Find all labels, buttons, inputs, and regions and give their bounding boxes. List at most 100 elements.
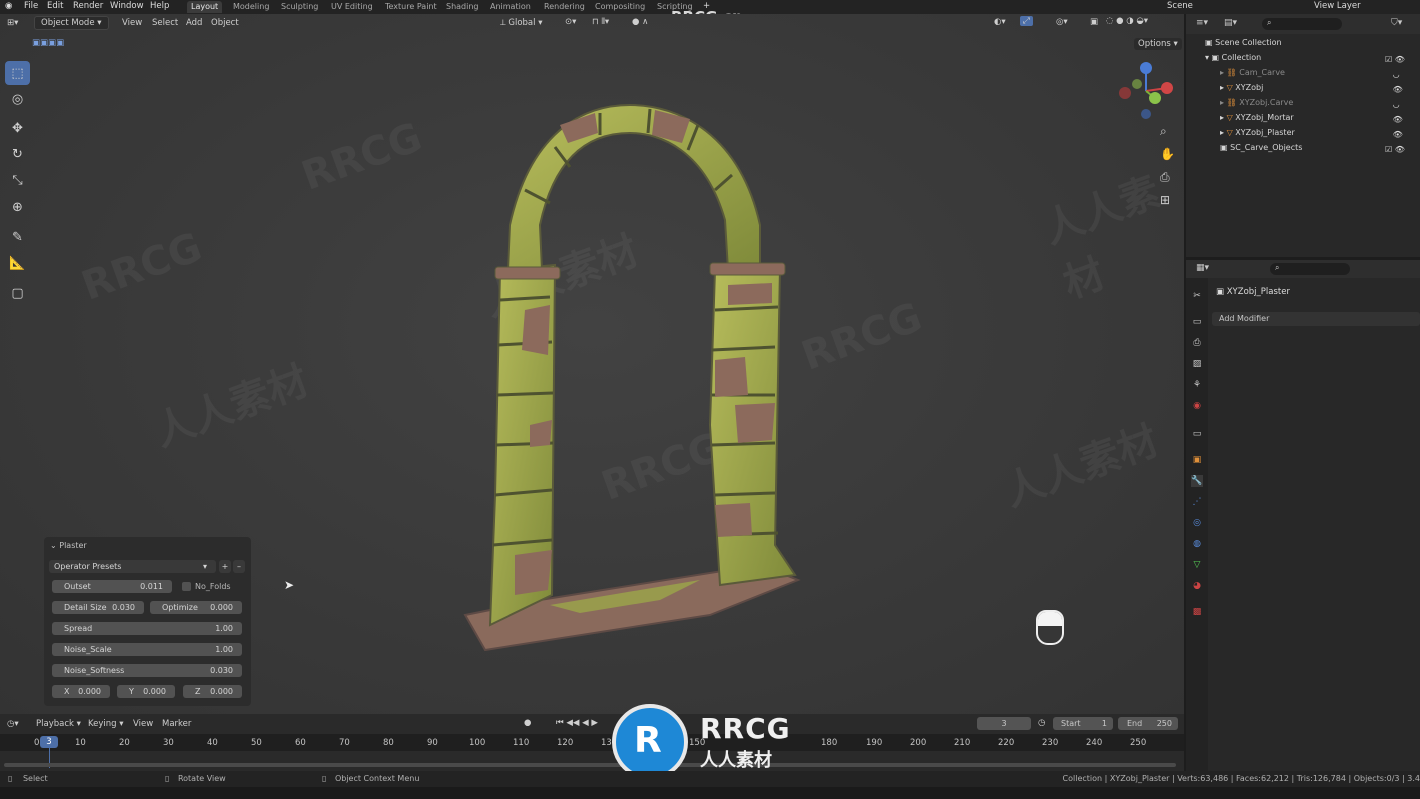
scene-selector[interactable]: Scene — [1167, 1, 1193, 11]
properties-editor-icon[interactable]: ▦▾ — [1196, 263, 1209, 273]
end-frame-field[interactable]: End 250 — [1118, 717, 1178, 730]
tool-tab-icon[interactable]: ✂ — [1191, 290, 1203, 302]
menu-render[interactable]: Render — [73, 1, 103, 11]
modifier-tab-icon[interactable]: 🔧 — [1191, 475, 1203, 487]
tab-shading[interactable]: Shading — [442, 1, 483, 13]
world-tab-icon[interactable]: ◉ — [1191, 400, 1203, 412]
playhead[interactable]: 3 — [40, 736, 58, 748]
vp-menu-object[interactable]: Object — [211, 18, 239, 28]
arch-model[interactable] — [460, 95, 805, 665]
remove-preset-button[interactable]: – — [233, 560, 245, 573]
tab-layout[interactable]: Layout — [187, 1, 223, 13]
annotate-tool-icon[interactable]: ✎ — [5, 225, 30, 249]
outliner-sc-carve-objects[interactable]: ▣ SC_Carve_Objects — [1220, 140, 1302, 155]
zoom-icon[interactable]: ⌕ — [1160, 124, 1167, 139]
menu-window[interactable]: Window — [110, 1, 144, 11]
scale-tool-icon[interactable]: ⤡ — [5, 168, 30, 192]
filter-icon[interactable]: ⛉▾ — [1391, 18, 1402, 28]
menu-edit[interactable]: Edit — [47, 1, 63, 11]
tab-animation[interactable]: Animation — [486, 1, 535, 13]
proportional-edit-icon[interactable]: ● ∧ — [632, 17, 648, 27]
tab-uv-editing[interactable]: UV Editing — [327, 1, 377, 13]
transform-tool-icon[interactable]: ⊕ — [5, 195, 30, 219]
select-box-tool[interactable]: ⬚ — [5, 61, 30, 85]
orientation-dropdown[interactable]: ⟂ Global ▾ — [500, 18, 542, 28]
tab-sculpting[interactable]: Sculpting — [277, 1, 322, 13]
pan-hand-icon[interactable]: ✋ — [1160, 147, 1175, 161]
vp-menu-view[interactable]: View — [122, 18, 142, 28]
optimize-field[interactable]: Optimize 0.000 — [150, 601, 242, 614]
z-field[interactable]: Z 0.000 — [183, 685, 242, 698]
render-tab-icon[interactable]: ▭ — [1191, 316, 1203, 328]
tl-menu-keying[interactable]: Keying ▾ — [88, 719, 124, 729]
outliner-search-input[interactable]: ⌕ — [1262, 18, 1342, 30]
menu-file[interactable]: File — [24, 1, 38, 11]
timeline-scrollbar[interactable] — [4, 763, 1176, 767]
view-layer-tab-icon[interactable]: ▨ — [1191, 358, 1203, 370]
menu-help[interactable]: Help — [150, 1, 169, 11]
data-tab-icon[interactable]: ▽ — [1191, 559, 1203, 571]
operator-presets-dropdown[interactable]: Operator Presets ▾ — [49, 560, 216, 573]
tab-rendering[interactable]: Rendering — [540, 1, 589, 13]
outliner-collection[interactable]: ▾ ▣ Collection — [1205, 50, 1261, 65]
move-tool-icon[interactable]: ✥ — [5, 116, 30, 140]
spread-field[interactable]: Spread 1.00 — [52, 622, 242, 635]
mode-dropdown[interactable]: Object Mode ▾ — [34, 16, 109, 30]
outliner-item-xyzobj-carve[interactable]: ▸ ⛓ XYZobj.Carve — [1220, 95, 1293, 110]
no-folds-checkbox[interactable] — [182, 582, 191, 591]
options-dropdown[interactable]: Options ▾ — [1134, 38, 1182, 50]
preview-range-icon[interactable]: ◷ — [1038, 718, 1045, 728]
outliner-item-xyzobj-plaster[interactable]: ▸ ▽ XYZobj_Plaster — [1220, 125, 1295, 140]
tl-menu-marker[interactable]: Marker — [162, 719, 191, 729]
tl-menu-view[interactable]: View — [133, 719, 153, 729]
outset-field[interactable]: Outset 0.011 — [52, 580, 172, 593]
start-frame-field[interactable]: Start 1 — [1053, 717, 1113, 730]
current-frame-field[interactable]: 3 — [977, 717, 1031, 730]
outliner-item-cam-carve[interactable]: ▸ ⛓ Cam_Carve — [1220, 65, 1285, 80]
pivot-icon[interactable]: ⊙▾ — [565, 17, 576, 27]
display-mode-icon[interactable]: ▤▾ — [1224, 18, 1237, 28]
texture-tab-icon[interactable]: ▩ — [1191, 606, 1203, 618]
record-button[interactable]: ● — [524, 718, 531, 728]
output-tab-icon[interactable]: ⎙ — [1191, 337, 1203, 349]
rotate-tool-icon[interactable]: ↻ — [5, 142, 30, 166]
outliner-item-xyzobj-mortar[interactable]: ▸ ▽ XYZobj_Mortar — [1220, 110, 1294, 125]
editor-type-icon[interactable]: ⊞▾ — [7, 18, 18, 28]
view-layer-selector[interactable]: View Layer — [1314, 1, 1361, 11]
timeline-editor-icon[interactable]: ◷▾ — [7, 719, 19, 729]
noise-softness-field[interactable]: Noise_Softness 0.030 — [52, 664, 242, 677]
particles-tab-icon[interactable]: ⋰ — [1191, 496, 1203, 508]
noise-scale-field[interactable]: Noise_Scale 1.00 — [52, 643, 242, 656]
physics-tab-icon[interactable]: ◎ — [1191, 517, 1203, 529]
shading-buttons[interactable]: ◌ ● ◑ ◒▾ — [1106, 16, 1148, 26]
vp-menu-select[interactable]: Select — [152, 18, 178, 28]
snap-icon[interactable]: ⊓ ⫴▾ — [592, 17, 609, 27]
detail-size-field[interactable]: Detail Size 0.030 — [52, 601, 144, 614]
tab-texture-paint[interactable]: Texture Paint — [381, 1, 441, 13]
x-field[interactable]: X 0.000 — [52, 685, 110, 698]
vp-menu-add[interactable]: Add — [186, 18, 202, 28]
xray-icon[interactable]: ▣ — [1090, 17, 1098, 27]
y-field[interactable]: Y 0.000 — [117, 685, 175, 698]
material-tab-icon[interactable]: ◕ — [1191, 580, 1203, 592]
playback-controls[interactable]: ⏮ ◀◀ ◀ ▶ — [556, 718, 598, 728]
tl-menu-playback[interactable]: Playback ▾ — [36, 719, 81, 729]
outliner-scene-collection[interactable]: ▣ Scene Collection — [1205, 35, 1282, 50]
navigation-gizmo[interactable] — [1115, 60, 1177, 122]
add-modifier-button[interactable]: Add Modifier — [1212, 312, 1420, 326]
gizmo-toggle-icon[interactable]: ⤢ — [1020, 16, 1033, 26]
add-cube-tool-icon[interactable]: ▢ — [5, 281, 30, 305]
visibility-column[interactable]: ☑ 👁 ◡ 👁 ◡ 👁 👁 ☑ 👁 — [1385, 52, 1405, 157]
outliner-editor-icon[interactable]: ≡▾ — [1196, 18, 1208, 28]
panel-title[interactable]: ⌄ Plaster — [50, 541, 87, 550]
tab-modeling[interactable]: Modeling — [229, 1, 273, 13]
outliner-item-xyzobj[interactable]: ▸ ▽ XYZobj — [1220, 80, 1263, 95]
object-tab-icon[interactable]: ▣ — [1191, 454, 1203, 466]
properties-search-input[interactable]: ⌕ — [1270, 263, 1350, 275]
cursor-tool-icon[interactable]: ◎ — [5, 87, 30, 111]
blender-logo-icon[interactable]: ◉ — [5, 1, 12, 11]
scene-tab-icon[interactable]: ⚘ — [1191, 379, 1203, 391]
tab-compositing[interactable]: Compositing — [591, 1, 649, 13]
perspective-grid-icon[interactable]: ⊞ — [1160, 193, 1170, 207]
overlay-icon[interactable]: ◎▾ — [1056, 17, 1068, 27]
